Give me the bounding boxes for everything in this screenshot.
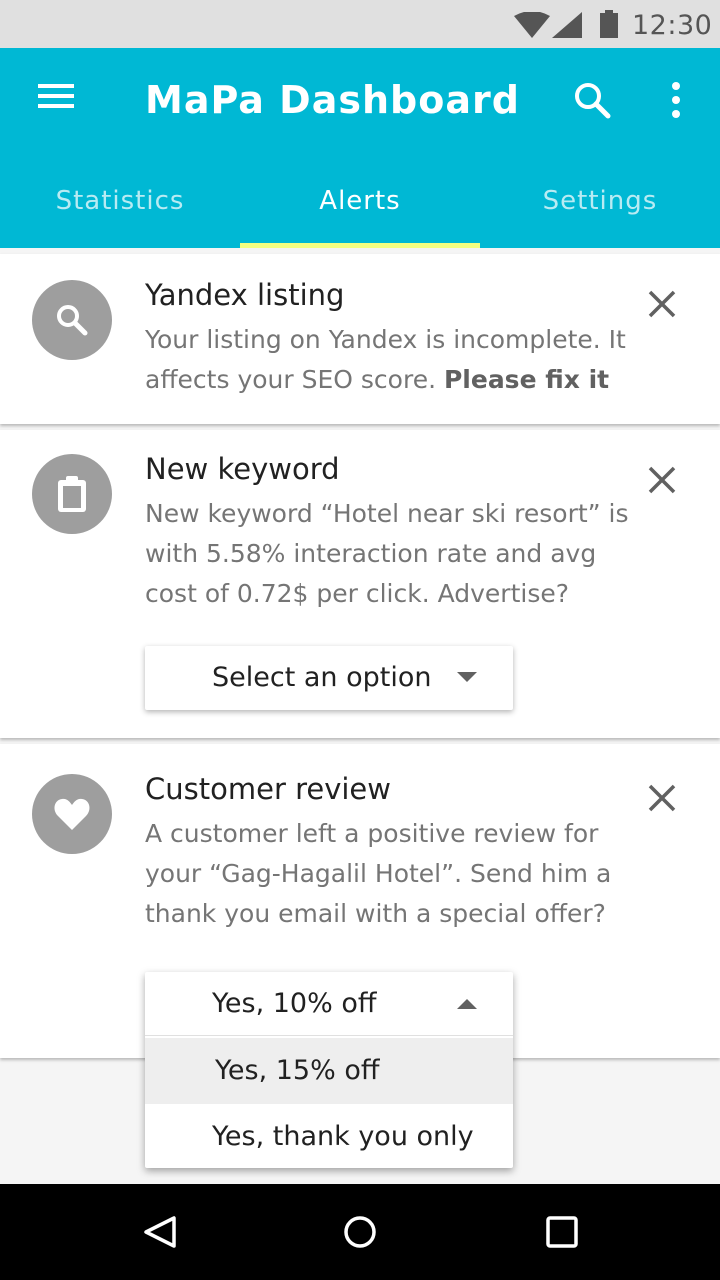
cell-signal-icon (552, 12, 582, 38)
page-title: MaPa Dashboard (145, 78, 520, 122)
alert-body-line: affects your SEO score. Please fix it (145, 360, 645, 400)
chevron-up-icon (457, 999, 477, 1009)
alert-avatar (32, 454, 112, 534)
offer-dropdown-expanded: Yes, 10% off Yes, 15% off Yes, thank you… (145, 972, 513, 1168)
alert-avatar (32, 280, 112, 360)
alert-body-line: cost of 0.72$ per click. Advertise? (145, 579, 570, 608)
tab-indicator (240, 243, 480, 248)
clipboard-icon (58, 476, 86, 512)
dropdown-option-label: Yes, 15% off (215, 1055, 380, 1086)
tab-label: Alerts (319, 186, 401, 216)
tab-alerts[interactable]: Alerts (240, 166, 480, 248)
battery-icon (600, 10, 618, 38)
back-icon[interactable] (142, 1214, 178, 1250)
dropdown-option[interactable]: Yes, 15% off (145, 1038, 513, 1104)
dropdown-value: Select an option (212, 662, 432, 693)
close-icon[interactable] (642, 284, 682, 324)
dropdown-option[interactable]: Yes, thank you only (145, 1104, 513, 1170)
system-nav-bar (0, 1184, 720, 1280)
alert-card-yandex: Yandex listing Your listing on Yandex is… (0, 254, 720, 424)
more-vert-icon[interactable] (660, 76, 692, 124)
alert-body-line: A customer left a positive review for (145, 819, 599, 848)
fix-it-link[interactable]: Please fix it (444, 365, 609, 394)
alert-title: Customer review (145, 772, 391, 806)
recents-icon[interactable] (544, 1214, 580, 1250)
alert-avatar (32, 774, 112, 854)
close-icon[interactable] (642, 460, 682, 500)
option-dropdown[interactable]: Select an option (145, 646, 513, 710)
status-bar: 12:30 (0, 0, 720, 48)
tab-label: Statistics (55, 186, 185, 216)
status-time: 12:30 (632, 10, 713, 41)
menu-icon[interactable] (34, 78, 78, 114)
heart-icon (54, 798, 90, 830)
alert-body-line: thank you email with a special offer? (145, 899, 606, 928)
alert-body: A customer left a positive review for yo… (145, 814, 645, 934)
home-icon[interactable] (342, 1214, 378, 1250)
chevron-down-icon (457, 672, 477, 682)
search-icon (57, 305, 88, 336)
offer-dropdown[interactable]: Yes, 10% off (145, 972, 513, 1036)
tab-settings[interactable]: Settings (480, 166, 720, 248)
alert-title: New keyword (145, 452, 340, 486)
close-icon[interactable] (642, 778, 682, 818)
alert-body: Your listing on Yandex is incomplete. It… (145, 320, 645, 400)
alert-body: New keyword “Hotel near ski resort” is w… (145, 494, 645, 614)
search-icon[interactable] (568, 76, 616, 124)
dropdown-value: Yes, 10% off (212, 988, 377, 1019)
alert-body-line: Your listing on Yandex is incomplete. It (145, 325, 626, 354)
alert-card-keyword: New keyword New keyword “Hotel near ski … (0, 430, 720, 738)
dropdown-option-label: Yes, thank you only (212, 1121, 474, 1152)
wifi-icon (514, 12, 550, 38)
alert-body-line: with 5.58% interaction rate and avg (145, 539, 597, 568)
alert-body-line: New keyword “Hotel near ski resort” is (145, 499, 629, 528)
alert-body-line: your “Gag-Hagalil Hotel”. Send him a (145, 859, 612, 888)
tab-statistics[interactable]: Statistics (0, 166, 240, 248)
tab-label: Settings (542, 186, 658, 216)
app-bar: MaPa Dashboard Statistics Alerts Setting… (0, 48, 720, 248)
alert-body-text: affects your SEO score. (145, 365, 437, 394)
alert-title: Yandex listing (145, 278, 345, 312)
